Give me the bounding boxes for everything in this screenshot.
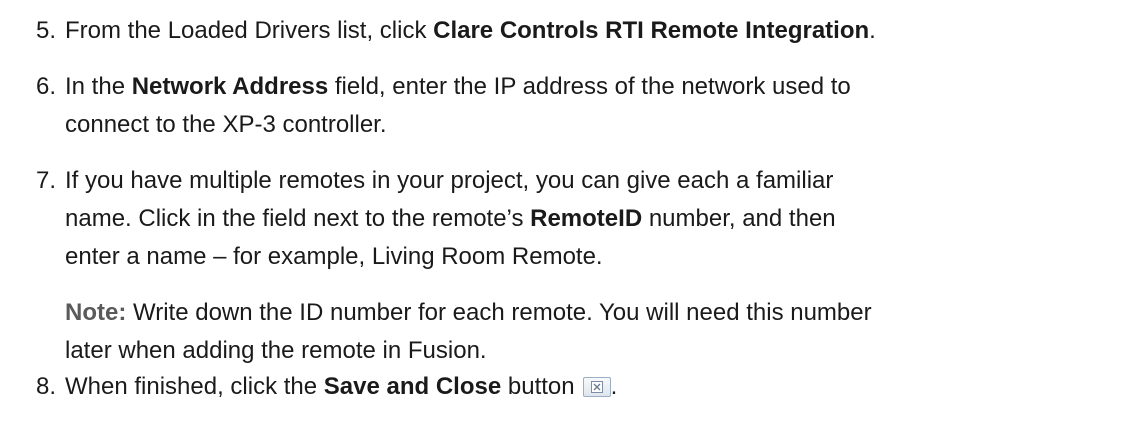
bold-term: Save and Close (323, 373, 502, 400)
step-line: If you have multiple remotes in your pro… (65, 167, 834, 194)
text-run: From the Loaded Drivers list, click (65, 17, 434, 44)
step-number: 8. (36, 373, 57, 400)
note-label: Note: (65, 299, 127, 326)
step-line: name. Click in the field next to the rem… (65, 200, 1135, 238)
text-run: . (869, 17, 876, 44)
text-run: number, and then (642, 205, 836, 232)
bold-term: RemoteID (530, 205, 643, 232)
save-and-close-icon (582, 377, 611, 397)
step-line: connect to the XP-3 controller. (65, 111, 387, 138)
step-line: enter a name – for example, Living Room … (65, 243, 603, 270)
bold-term: Network Address (131, 73, 329, 100)
note-text: Write down the ID number for each remote… (126, 299, 872, 326)
document-page: 5. From the Loaded Drivers list, click C… (0, 0, 1140, 425)
step-line: When finished, click the Save and Close … (65, 368, 1135, 406)
step-line: In the Network Address field, enter the … (65, 68, 1135, 106)
text-run: name. Click in the field next to the rem… (65, 205, 531, 232)
note-line: later when adding the remote in Fusion. (65, 337, 487, 364)
step-text: If you have multiple remotes in your pro… (65, 162, 1135, 370)
step-number: 5. (36, 17, 57, 44)
text-run: button (501, 373, 575, 400)
step-number: 7. (36, 167, 57, 194)
text-run: field, enter the IP address of the netwo… (328, 73, 851, 100)
text-run: In the (65, 73, 132, 100)
step-number: 6. (36, 73, 57, 100)
step-text: When finished, click the Save and Close … (65, 368, 1135, 406)
bold-term: Clare Controls RTI Remote Integration (433, 17, 870, 44)
step-line: From the Loaded Drivers list, click Clar… (65, 12, 1135, 50)
text-run: When finished, click the (65, 373, 324, 400)
step-text: In the Network Address field, enter the … (65, 68, 1135, 144)
note-line: Note: Write down the ID number for each … (65, 294, 1135, 332)
text-run: . (610, 373, 618, 400)
step-text: From the Loaded Drivers list, click Clar… (65, 12, 1135, 50)
